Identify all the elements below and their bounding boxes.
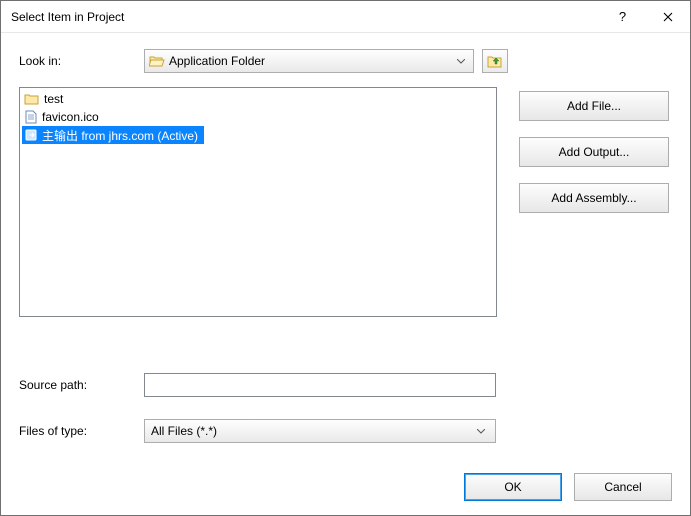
up-one-level-button[interactable] (482, 49, 508, 73)
chevron-down-icon (473, 429, 489, 434)
lookin-combo[interactable]: Application Folder (144, 49, 474, 73)
item-label: test (44, 92, 63, 106)
ok-button[interactable]: OK (464, 473, 562, 501)
files-of-type-value: All Files (*.*) (151, 424, 473, 438)
add-assembly-button[interactable]: Add Assembly... (519, 183, 669, 213)
close-button[interactable] (645, 1, 690, 32)
source-path-input[interactable] (144, 373, 496, 397)
files-of-type-combo[interactable]: All Files (*.*) (144, 419, 496, 443)
dialog-window: Select Item in Project ? Look in: Applic… (0, 0, 691, 516)
list-item[interactable]: 主输出 from jhrs.com (Active) (22, 126, 204, 144)
list-item[interactable]: favicon.ico (22, 108, 494, 126)
item-label: 主输出 from jhrs.com (Active) (42, 127, 198, 144)
file-icon (24, 110, 38, 124)
dialog-footer: OK Cancel (1, 459, 690, 515)
lookin-value: Application Folder (165, 54, 453, 68)
close-icon (663, 12, 673, 22)
list-item[interactable]: test (22, 90, 494, 108)
lookin-label: Look in: (19, 54, 144, 68)
item-label: favicon.ico (42, 110, 99, 124)
dialog-title: Select Item in Project (11, 10, 124, 24)
file-list[interactable]: test favicon.ico 主输出 from j (19, 87, 497, 317)
add-file-button[interactable]: Add File... (519, 91, 669, 121)
help-button[interactable]: ? (600, 1, 645, 32)
folder-up-icon (487, 54, 503, 68)
cancel-button[interactable]: Cancel (574, 473, 672, 501)
files-of-type-label: Files of type: (19, 424, 144, 438)
output-icon (24, 128, 38, 142)
titlebar: Select Item in Project ? (1, 1, 690, 33)
folder-icon (24, 92, 40, 106)
chevron-down-icon (453, 59, 469, 64)
folder-open-icon (149, 54, 165, 68)
add-output-button[interactable]: Add Output... (519, 137, 669, 167)
source-path-label: Source path: (19, 378, 144, 392)
